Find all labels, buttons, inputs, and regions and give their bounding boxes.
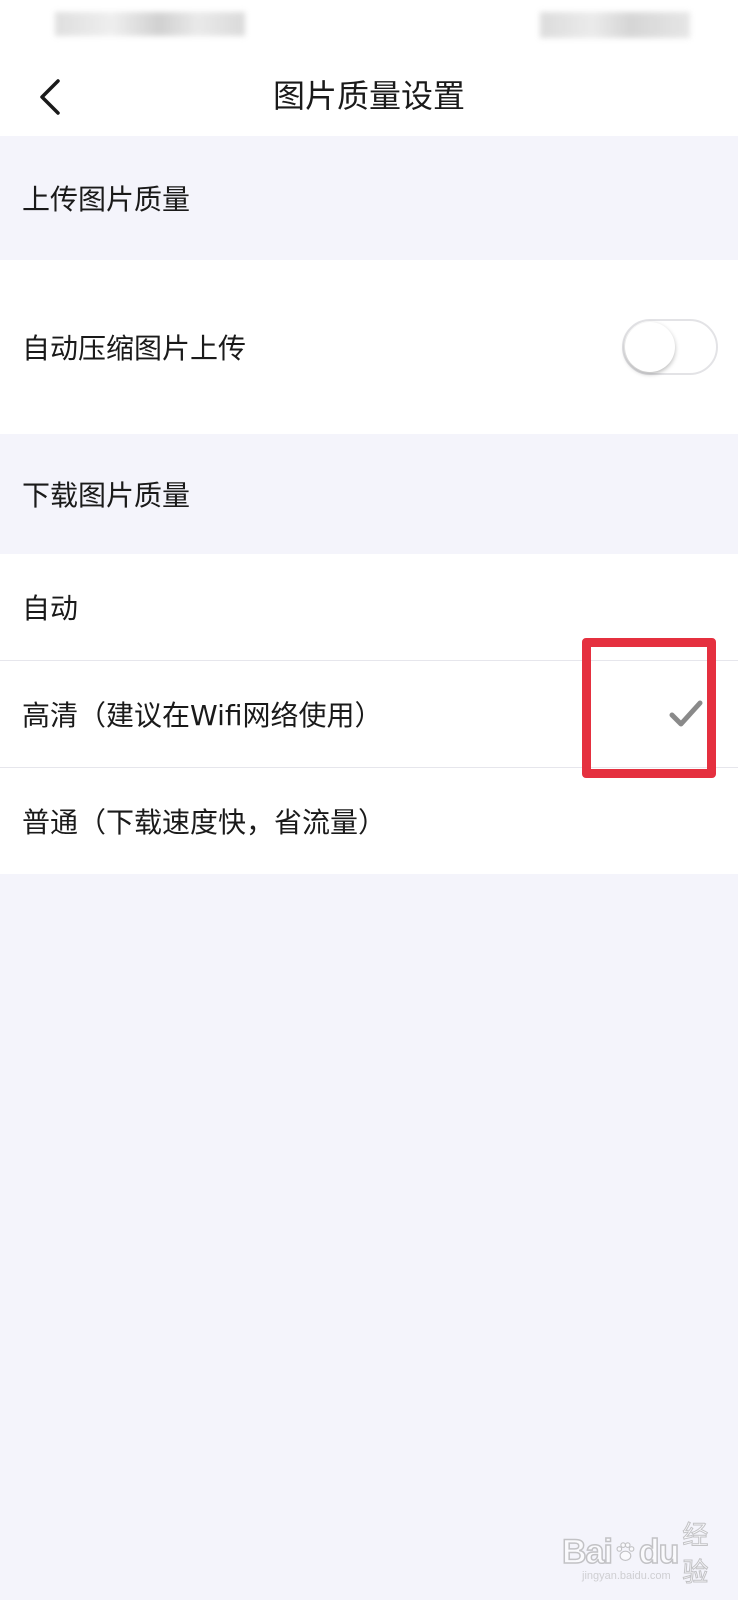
download-option-auto[interactable]: 自动 xyxy=(0,554,738,660)
nav-bar: 图片质量设置 xyxy=(0,56,738,136)
watermark-logo-suffix: du xyxy=(638,1532,680,1572)
auto-compress-row: 自动压缩图片上传 xyxy=(0,260,738,434)
status-bar xyxy=(0,0,738,56)
option-label: 普通（下载速度快，省流量） xyxy=(22,806,387,839)
paw-icon xyxy=(616,1542,635,1561)
option-label: 高清（建议在Wifi网络使用） xyxy=(22,699,383,732)
checkmark-icon xyxy=(669,700,703,727)
page-title: 图片质量设置 xyxy=(272,77,465,115)
auto-compress-toggle[interactable] xyxy=(622,319,718,375)
watermark-text: 经验 xyxy=(682,1521,709,1589)
section-header-download: 下载图片质量 xyxy=(0,434,738,554)
baidu-jingyan-watermark: Bai du 经验 jingyan.baidu.com xyxy=(561,1521,722,1589)
download-option-hd[interactable]: 高清（建议在Wifi网络使用） xyxy=(0,661,738,767)
auto-compress-label: 自动压缩图片上传 xyxy=(22,332,247,365)
status-bar-right-blurred xyxy=(540,12,690,38)
download-option-normal[interactable]: 普通（下载速度快，省流量） xyxy=(0,768,738,874)
watermark-logo: Bai xyxy=(561,1532,613,1572)
watermark-url: jingyan.baidu.com xyxy=(582,1570,671,1582)
section-header-upload: 上传图片质量 xyxy=(0,136,738,260)
option-label: 自动 xyxy=(22,592,79,625)
toggle-knob xyxy=(625,322,675,372)
status-bar-left-blurred xyxy=(55,12,245,36)
